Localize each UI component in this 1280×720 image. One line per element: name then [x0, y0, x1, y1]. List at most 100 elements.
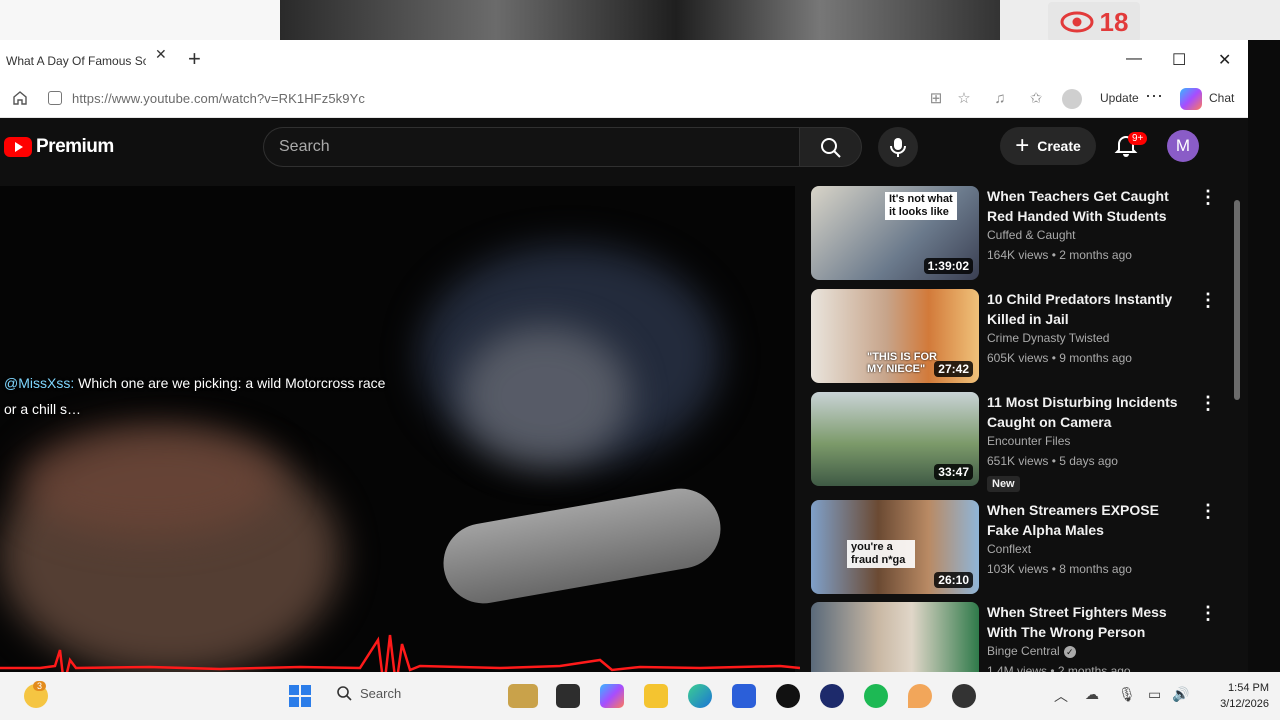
video-meta: 651K views • 5 days ago [987, 454, 1118, 468]
video-title[interactable]: 10 Child Predators Instantly Killed in J… [987, 289, 1192, 329]
browser-window: What A Day Of Famous Sc ✕ + — ☐ ✕ https:… [0, 40, 1248, 672]
thumbnail-caption: "THIS IS FOR MY NIECE" [867, 351, 937, 375]
favorites-icon[interactable]: ✩ [1027, 90, 1045, 108]
favorite-star-icon[interactable]: ☆ [955, 90, 973, 108]
obs-icon[interactable] [952, 684, 976, 708]
address-bar-row: https://www.youtube.com/watch?v=RK1HFz5k… [0, 80, 1248, 118]
minimize-button[interactable]: — [1126, 50, 1142, 68]
thumbnail-caption: you're a fraud n*ga [847, 540, 915, 568]
recommendation-item[interactable]: It's not what it looks like 1:39:02 When… [811, 186, 1231, 286]
youtube-page: Premium + Create 9+ M [0, 118, 1248, 672]
site-info-icon[interactable] [48, 91, 62, 105]
search-box [263, 127, 799, 167]
search-input[interactable] [264, 128, 799, 166]
search-icon [821, 138, 841, 158]
more-actions-icon[interactable]: ⋮ [1199, 502, 1217, 520]
microphone-tray-icon[interactable]: 🎙 [1118, 686, 1136, 703]
video-thumbnail[interactable]: It's not what it looks like 1:39:02 [811, 186, 979, 280]
channel-name[interactable]: Encounter Files [987, 434, 1070, 448]
chat-username: @MissXss: [4, 375, 75, 391]
app-icon-dots[interactable] [820, 684, 844, 708]
channel-name[interactable]: Binge Central [987, 644, 1060, 658]
more-actions-icon[interactable]: ⋮ [1199, 188, 1217, 206]
eye-icon [1060, 11, 1094, 33]
close-window-button[interactable]: ✕ [1218, 50, 1231, 70]
clock-time: 1:54 PM [1228, 682, 1269, 694]
video-thumbnail[interactable]: 33:47 [811, 392, 979, 486]
search-button[interactable] [799, 127, 862, 167]
tab-title: What A Day Of Famous Sc [6, 54, 146, 68]
more-actions-icon[interactable]: ⋮ [1199, 291, 1217, 309]
video-title[interactable]: 11 Most Disturbing Incidents Caught on C… [987, 392, 1192, 432]
profile-icon[interactable] [1062, 89, 1082, 109]
video-player[interactable]: @MissXss: Which one are we picking: a wi… [0, 186, 795, 672]
verified-check-icon: ✓ [1063, 646, 1076, 658]
stream-chat-overlay: @MissXss: Which one are we picking: a wi… [4, 370, 385, 422]
video-duration: 26:10 [934, 572, 973, 588]
tab-close-icon[interactable]: ✕ [155, 46, 167, 63]
update-button[interactable]: Update [1100, 91, 1139, 105]
copilot-app-icon[interactable] [600, 684, 624, 708]
channel-name-row: Binge Central ✓ [987, 644, 1076, 658]
windows-taskbar: 3 Search ︿ ☁ 🎙 ▭ 🔊 1:54 PM 3/12/2026 [0, 672, 1280, 720]
more-options-icon[interactable]: ⋯ [1145, 86, 1163, 107]
microphone-icon [890, 138, 906, 157]
address-bar-url[interactable]: https://www.youtube.com/watch?v=RK1HFz5k… [72, 91, 365, 106]
spotify-icon[interactable] [864, 684, 888, 708]
edge-browser-icon[interactable] [688, 684, 712, 708]
system-clock[interactable]: 1:54 PM 3/12/2026 [1205, 680, 1269, 712]
volume-icon[interactable]: 🔊 [1172, 686, 1189, 703]
copilot-icon[interactable] [1180, 88, 1202, 110]
taskbar-search[interactable]: Search [336, 685, 401, 701]
page-scrollbar[interactable] [1234, 200, 1240, 400]
account-avatar[interactable]: M [1167, 130, 1199, 162]
browser-tab[interactable]: What A Day Of Famous Sc [0, 46, 178, 76]
video-frame-exhaust-pipe [437, 482, 727, 610]
video-thumbnail[interactable] [811, 602, 979, 672]
network-icon[interactable]: ▭ [1148, 686, 1161, 703]
channel-name[interactable]: Cuffed & Caught [987, 228, 1076, 242]
show-hidden-icons-chevron-icon[interactable]: ︿ [1054, 686, 1068, 706]
home-icon[interactable] [12, 90, 28, 106]
tiktok-icon[interactable] [776, 684, 800, 708]
maps-pin-icon[interactable] [908, 684, 932, 708]
channel-name[interactable]: Conflext [987, 542, 1031, 556]
create-label: Create [1037, 138, 1081, 154]
recommendation-item[interactable]: When Street Fighters Mess With The Wrong… [811, 602, 1231, 672]
clock-date: 3/12/2026 [1220, 698, 1269, 710]
create-button[interactable]: + Create [1000, 127, 1096, 165]
recommendation-item[interactable]: "THIS IS FOR MY NIECE" 27:42 10 Child Pr… [811, 289, 1231, 389]
video-duration: 33:47 [934, 464, 973, 480]
app-available-icon[interactable]: ⊞ [927, 90, 945, 108]
video-thumbnail[interactable]: "THIS IS FOR MY NIECE" 27:42 [811, 289, 979, 383]
maximize-button[interactable]: ☐ [1172, 50, 1186, 70]
video-thumbnail[interactable]: you're a fraud n*ga 26:10 [811, 500, 979, 594]
new-tab-button[interactable]: + [188, 48, 201, 70]
recommendations-sidebar: It's not what it looks like 1:39:02 When… [811, 186, 1231, 672]
store-icon[interactable] [732, 684, 756, 708]
app-icon-game[interactable] [508, 684, 538, 708]
more-actions-icon[interactable]: ⋮ [1199, 394, 1217, 412]
voice-search-button[interactable] [878, 127, 918, 167]
video-title[interactable]: When Streamers EXPOSE Fake Alpha Males [987, 500, 1192, 540]
media-control-icon[interactable]: ♫ [991, 90, 1009, 108]
weather-badge: 3 [33, 681, 47, 691]
channel-name[interactable]: Crime Dynasty Twisted [987, 331, 1109, 345]
recommendation-item[interactable]: you're a fraud n*ga 26:10 When Streamers… [811, 500, 1231, 600]
new-badge: New [987, 476, 1020, 492]
video-duration: 27:42 [934, 361, 973, 377]
file-explorer-icon[interactable] [644, 684, 668, 708]
video-title[interactable]: When Teachers Get Caught Red Handed With… [987, 186, 1192, 226]
video-title[interactable]: When Street Fighters Mess With The Wrong… [987, 602, 1192, 642]
stream-background-video [280, 0, 1000, 40]
recommendation-item[interactable]: 33:47 11 Most Disturbing Incidents Caugh… [811, 392, 1231, 496]
onedrive-cloud-icon[interactable]: ☁ [1085, 686, 1099, 703]
video-frame-cap [20, 426, 280, 536]
app-icon-terminal[interactable] [556, 684, 580, 708]
youtube-logo[interactable]: Premium [4, 136, 114, 158]
video-meta: 103K views • 8 months ago [987, 562, 1132, 576]
chat-button[interactable]: Chat [1209, 91, 1234, 105]
windows-start-icon[interactable] [288, 684, 312, 708]
thumbnail-caption: It's not what it looks like [885, 192, 957, 220]
more-actions-icon[interactable]: ⋮ [1199, 604, 1217, 622]
